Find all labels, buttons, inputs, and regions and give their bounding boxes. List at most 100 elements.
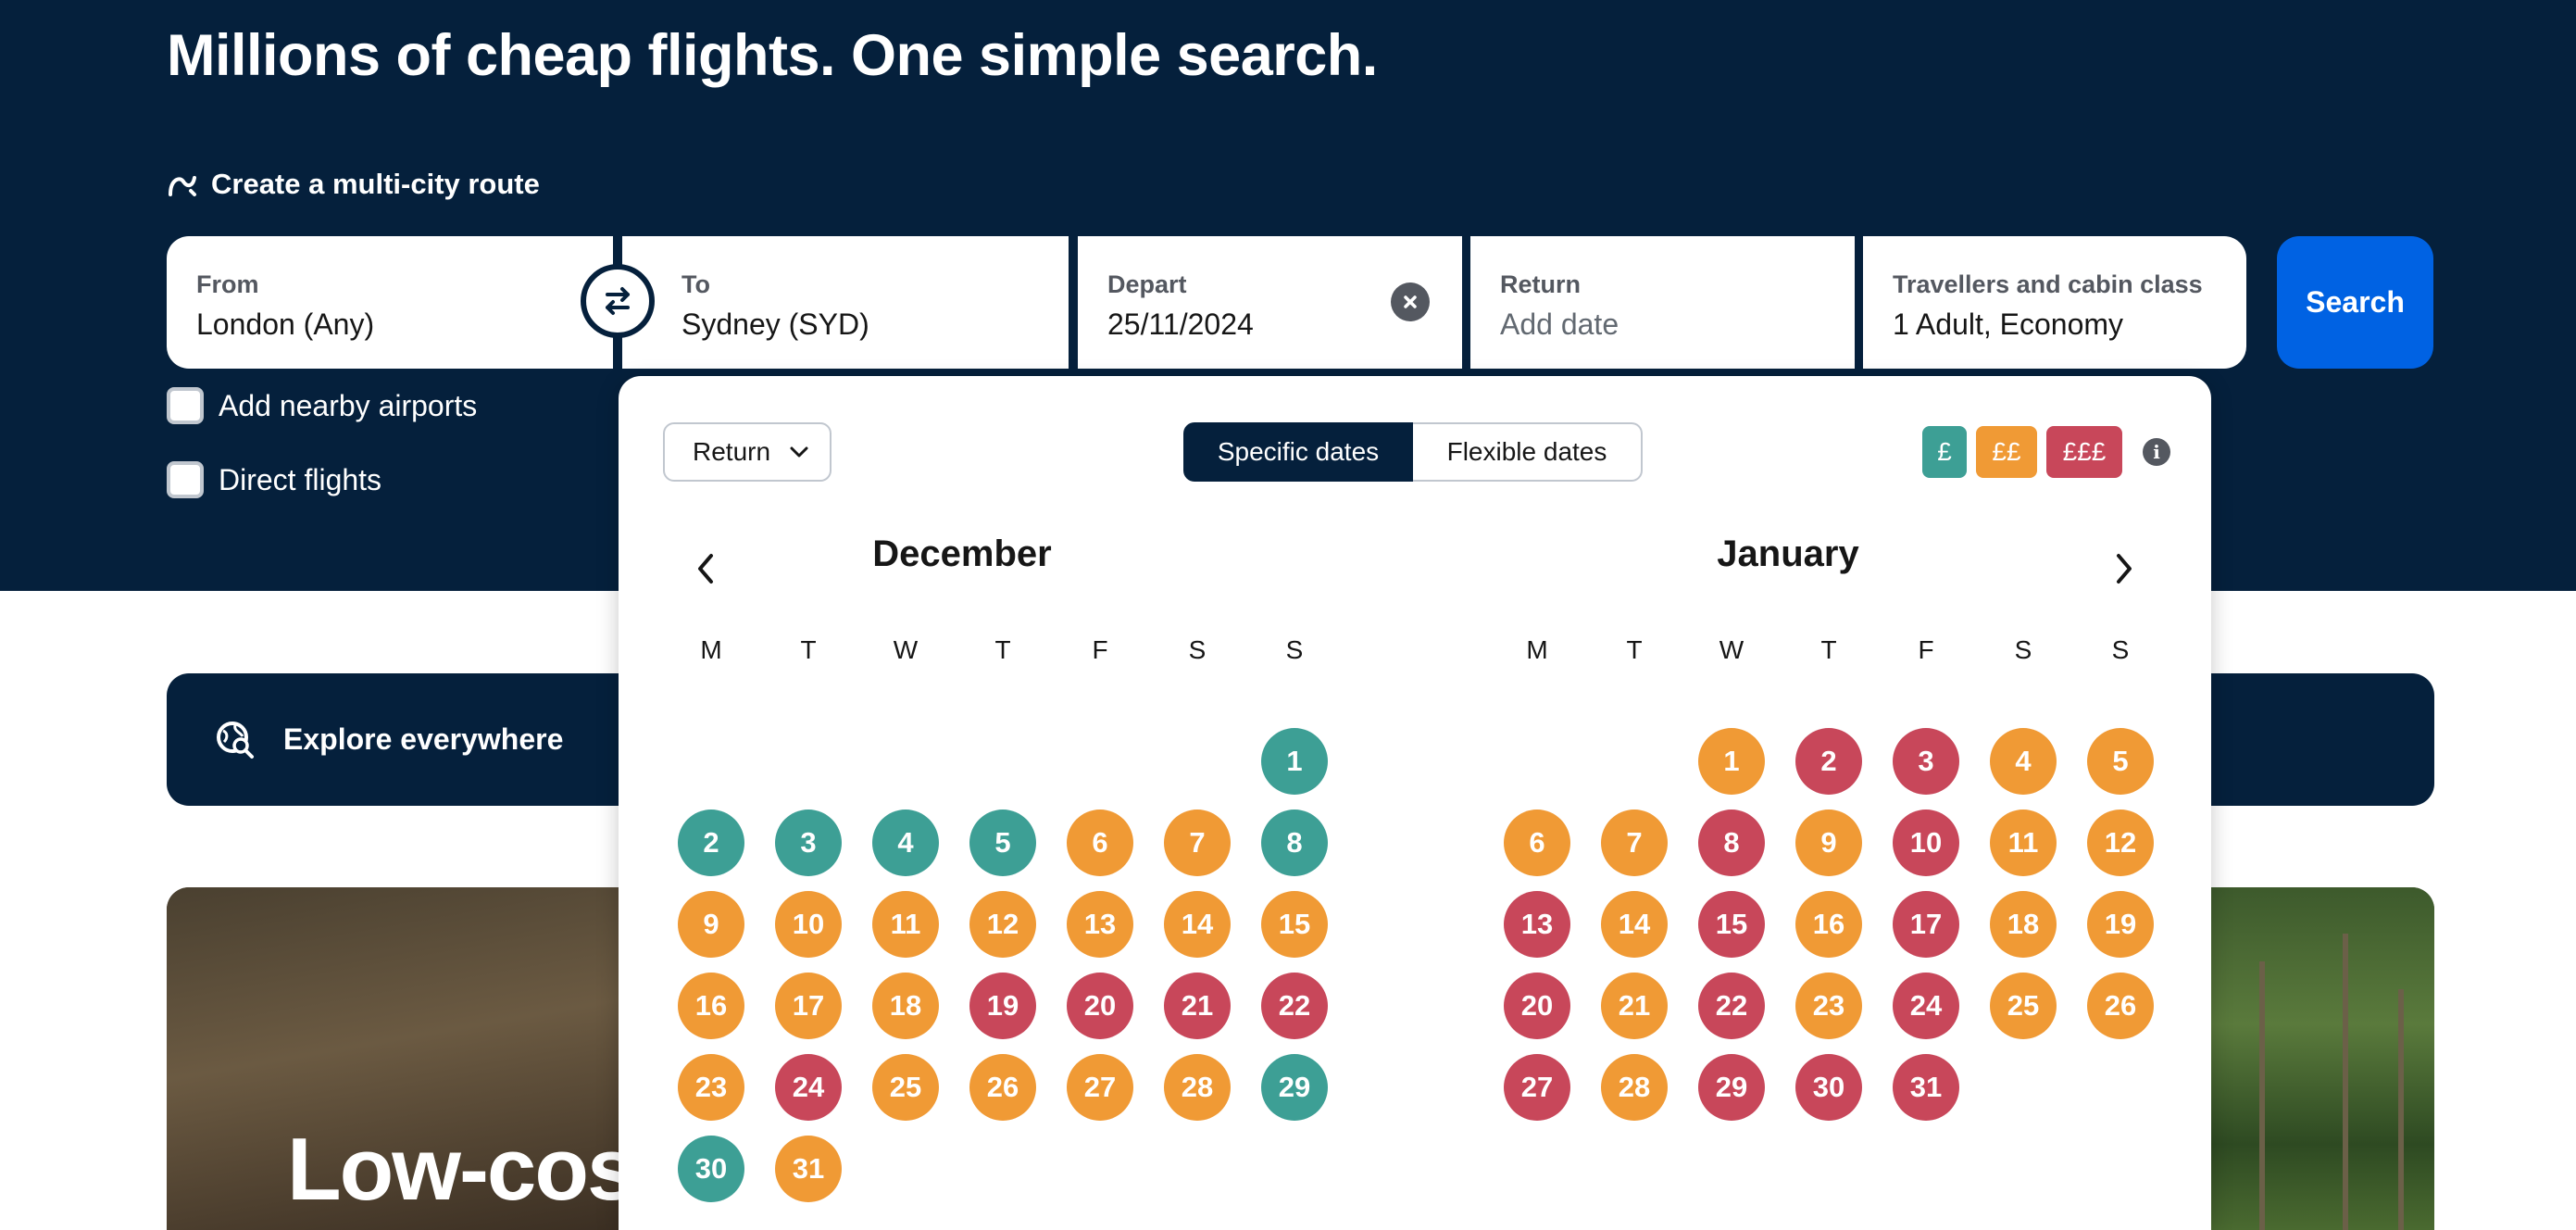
calendar-day[interactable]: 19	[969, 973, 1036, 1039]
calendar-day[interactable]: 18	[872, 973, 939, 1039]
calendar-day[interactable]: 31	[775, 1136, 842, 1202]
weekday-header: M	[1526, 635, 1548, 664]
promo-title: Low-cos	[287, 1120, 636, 1219]
nearby-airports-checkbox[interactable]: Add nearby airports	[167, 387, 477, 424]
trip-type-select[interactable]: Return	[663, 422, 832, 482]
calendar-day[interactable]: 16	[678, 973, 744, 1039]
calendar-day[interactable]: 29	[1698, 1054, 1765, 1121]
checkbox-box[interactable]	[167, 387, 204, 424]
weekday-header: F	[1918, 635, 1934, 664]
calendar-day[interactable]: 10	[1893, 810, 1959, 876]
return-label: Return	[1500, 270, 1581, 298]
travellers-value[interactable]: 1 Adult, Economy	[1893, 307, 2217, 342]
clear-depart-button[interactable]	[1391, 282, 1430, 321]
date-mode-toggle: Specific dates Flexible dates	[1183, 422, 1643, 482]
checkbox-box[interactable]	[167, 461, 204, 498]
explore-label: Explore everywhere	[283, 722, 564, 756]
calendar-day[interactable]: 13	[1504, 891, 1570, 958]
calendar-day[interactable]: 4	[872, 810, 939, 876]
search-button[interactable]: Search	[2277, 236, 2433, 369]
calendar-day[interactable]: 23	[678, 1054, 744, 1121]
from-value[interactable]: London (Any)	[196, 307, 583, 342]
calendar-day[interactable]: 30	[1795, 1054, 1862, 1121]
info-icon[interactable]: i	[2143, 438, 2170, 466]
calendar-day[interactable]: 27	[1504, 1054, 1570, 1121]
calendar-day[interactable]: 5	[2087, 728, 2154, 795]
calendar-day[interactable]: 30	[678, 1136, 744, 1202]
from-field[interactable]: From London (Any)	[167, 236, 613, 369]
calendar-day[interactable]: 2	[1795, 728, 1862, 795]
calendar-day[interactable]: 25	[872, 1054, 939, 1121]
calendar-day[interactable]: 9	[1795, 810, 1862, 876]
calendar-day[interactable]: 10	[775, 891, 842, 958]
travellers-label: Travellers and cabin class	[1893, 270, 2203, 298]
weekday-header: T	[800, 635, 817, 664]
trip-type-value: Return	[693, 437, 771, 466]
calendar-day[interactable]: 7	[1164, 810, 1231, 876]
calendar-day[interactable]: 26	[2087, 973, 2154, 1039]
legend-mid: ££	[1976, 426, 2037, 478]
travellers-field[interactable]: Travellers and cabin class 1 Adult, Econ…	[1863, 236, 2246, 369]
calendar-day[interactable]: 22	[1261, 973, 1328, 1039]
weekday-header: W	[1719, 635, 1744, 664]
calendar-day[interactable]: 21	[1164, 973, 1231, 1039]
calendar-day[interactable]: 12	[969, 891, 1036, 958]
calendar-day[interactable]: 13	[1067, 891, 1133, 958]
calendar-day[interactable]: 28	[1601, 1054, 1668, 1121]
multi-city-label: Create a multi-city route	[211, 168, 540, 200]
weekday-header: T	[1820, 635, 1837, 664]
calendar-day[interactable]: 9	[678, 891, 744, 958]
calendar-day[interactable]: 11	[872, 891, 939, 958]
return-placeholder[interactable]: Add date	[1500, 307, 1825, 342]
calendar-day[interactable]: 24	[775, 1054, 842, 1121]
calendar-day[interactable]: 3	[775, 810, 842, 876]
calendar-day[interactable]: 6	[1504, 810, 1570, 876]
legend-low: £	[1922, 426, 1967, 478]
calendar-day[interactable]: 12	[2087, 810, 2154, 876]
calendar-day[interactable]: 5	[969, 810, 1036, 876]
calendar-day[interactable]: 23	[1795, 973, 1862, 1039]
calendar-day[interactable]: 21	[1601, 973, 1668, 1039]
calendar-day[interactable]: 19	[2087, 891, 2154, 958]
calendar-day[interactable]: 24	[1893, 973, 1959, 1039]
legend-high: £££	[2046, 426, 2122, 478]
weekday-header: S	[1188, 635, 1207, 664]
calendar-day[interactable]: 22	[1698, 973, 1765, 1039]
calendar-day[interactable]: 29	[1261, 1054, 1328, 1121]
calendar-day[interactable]: 4	[1990, 728, 2057, 795]
calendar-day[interactable]: 20	[1067, 973, 1133, 1039]
calendar-day[interactable]: 14	[1601, 891, 1668, 958]
calendar-day[interactable]: 1	[1261, 728, 1328, 795]
to-field[interactable]: To Sydney (SYD)	[622, 236, 1069, 369]
calendar-day[interactable]: 15	[1261, 891, 1328, 958]
calendar-day[interactable]: 27	[1067, 1054, 1133, 1121]
to-value[interactable]: Sydney (SYD)	[682, 307, 1039, 342]
calendar-day[interactable]: 15	[1698, 891, 1765, 958]
direct-flights-checkbox[interactable]: Direct flights	[167, 461, 381, 498]
calendar-day[interactable]: 17	[775, 973, 842, 1039]
depart-value[interactable]: 25/11/2024	[1107, 307, 1432, 342]
calendar-day[interactable]: 1	[1698, 728, 1765, 795]
calendar-day[interactable]: 17	[1893, 891, 1959, 958]
calendar-day[interactable]: 26	[969, 1054, 1036, 1121]
calendar-day[interactable]: 6	[1067, 810, 1133, 876]
calendar-day[interactable]: 14	[1164, 891, 1231, 958]
calendar-day[interactable]: 11	[1990, 810, 2057, 876]
calendar-day[interactable]: 25	[1990, 973, 2057, 1039]
multi-city-link[interactable]: Create a multi-city route	[167, 168, 540, 201]
return-field[interactable]: Return Add date	[1470, 236, 1855, 369]
calendar-day[interactable]: 8	[1261, 810, 1328, 876]
calendar-day[interactable]: 2	[678, 810, 744, 876]
calendar-day[interactable]: 8	[1698, 810, 1765, 876]
calendar-day[interactable]: 18	[1990, 891, 2057, 958]
calendar-day[interactable]: 3	[1893, 728, 1959, 795]
calendar-day[interactable]: 16	[1795, 891, 1862, 958]
swap-button[interactable]	[581, 264, 655, 338]
tab-flexible-dates[interactable]: Flexible dates	[1413, 422, 1643, 482]
calendar-day[interactable]: 20	[1504, 973, 1570, 1039]
calendar-day[interactable]: 28	[1164, 1054, 1231, 1121]
calendar-day[interactable]: 31	[1893, 1054, 1959, 1121]
calendar-day[interactable]: 7	[1601, 810, 1668, 876]
tab-specific-dates[interactable]: Specific dates	[1183, 422, 1413, 482]
direct-flights-label: Direct flights	[219, 462, 382, 496]
